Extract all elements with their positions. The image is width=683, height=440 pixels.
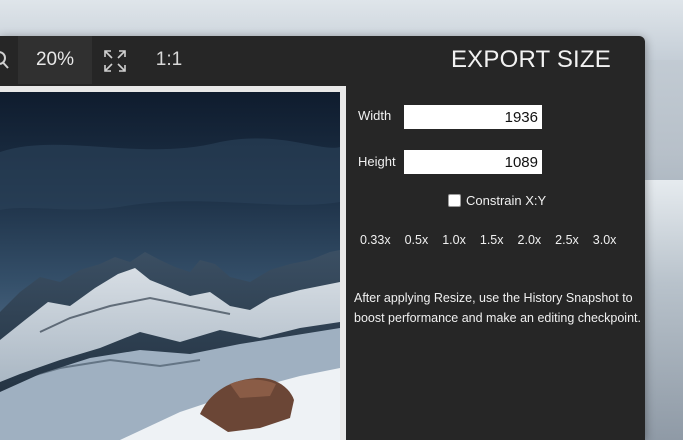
scale-2.0x-button[interactable]: 2.0x	[518, 233, 542, 247]
scale-2.5x-button[interactable]: 2.5x	[555, 233, 579, 247]
scale-presets: 0.33x 0.5x 1.0x 1.5x 2.0x 2.5x 3.0x	[360, 233, 630, 247]
magnifier-icon[interactable]	[0, 50, 12, 70]
scale-0.5x-button[interactable]: 0.5x	[405, 233, 429, 247]
width-label: Width	[358, 108, 392, 123]
photo-preview	[0, 92, 340, 440]
constrain-label: Constrain X:Y	[466, 193, 547, 208]
resize-note: After applying Resize, use the History S…	[354, 291, 641, 325]
scale-0.33x-button[interactable]: 0.33x	[360, 233, 391, 247]
export-size-panel: EXPORT SIZE Width Height Constrain X:Y 0…	[346, 36, 645, 440]
scale-1.0x-button[interactable]: 1.0x	[442, 233, 466, 247]
image-canvas[interactable]	[0, 86, 346, 440]
constrain-checkbox[interactable]	[448, 194, 461, 207]
constrain-toggle[interactable]: Constrain X:Y	[448, 193, 546, 208]
editor-window: 20% 1:1 EXPORT SIZE Width 1936 Height 10…	[0, 36, 645, 440]
height-label: Height	[358, 154, 396, 169]
actual-size-button[interactable]: 1:1	[148, 36, 190, 84]
zoom-level[interactable]: 20%	[18, 36, 92, 84]
width-input[interactable]	[404, 105, 542, 129]
scale-1.5x-button[interactable]: 1.5x	[480, 233, 504, 247]
scale-3.0x-button[interactable]: 3.0x	[593, 233, 617, 247]
panel-title: EXPORT SIZE	[450, 46, 611, 73]
height-input[interactable]	[404, 150, 542, 174]
toolbar: 20% 1:1	[0, 36, 360, 84]
fit-to-screen-icon[interactable]	[104, 50, 126, 72]
desktop-mountain	[643, 180, 683, 440]
